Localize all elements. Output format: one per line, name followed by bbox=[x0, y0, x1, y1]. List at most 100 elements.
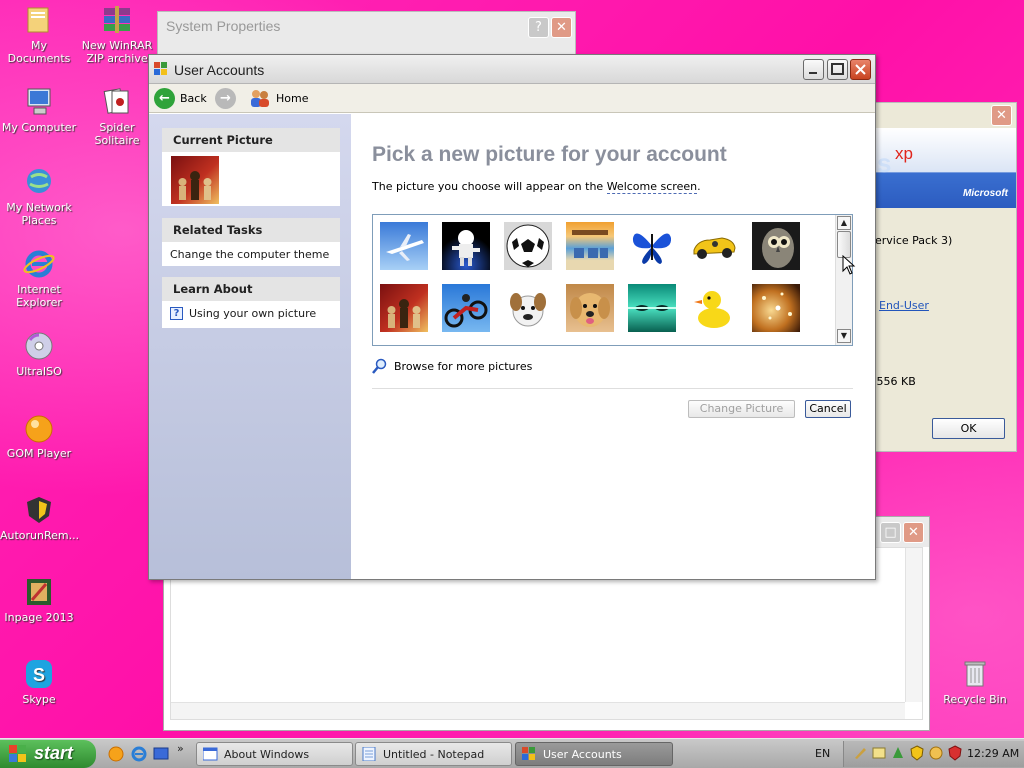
desktop-icon-my-computer[interactable]: My Computer bbox=[0, 86, 78, 134]
picture-list[interactable]: ▲ ▼ bbox=[372, 214, 853, 346]
eula-link[interactable]: End-User bbox=[879, 299, 929, 312]
close-button[interactable]: ✕ bbox=[903, 522, 924, 543]
desktop-icon-my-network-places[interactable]: My Network Places bbox=[0, 166, 78, 227]
notepad-vertical-scrollbar[interactable] bbox=[905, 548, 922, 702]
recycle-bin-icon bbox=[958, 658, 992, 690]
show-desktop-quicklaunch-icon[interactable] bbox=[152, 745, 170, 763]
learn-about-panel: Learn About ? Using your own picture bbox=[162, 277, 340, 328]
desktop-icon-skype[interactable]: S Skype bbox=[0, 658, 78, 706]
change-theme-link[interactable]: Change the computer theme bbox=[162, 242, 340, 267]
back-label: Back bbox=[180, 91, 207, 105]
computer-icon bbox=[22, 86, 56, 118]
close-button[interactable]: ✕ bbox=[551, 17, 572, 38]
related-tasks-panel: Related Tasks Change the computer theme bbox=[162, 218, 340, 266]
tray-icon-3[interactable] bbox=[890, 745, 906, 761]
desktop-icon-gom-player[interactable]: GOM Player bbox=[0, 412, 78, 460]
tray-icon-5[interactable] bbox=[928, 745, 944, 761]
picture-list-scrollbar[interactable]: ▲ ▼ bbox=[835, 215, 852, 345]
security-shield-icon[interactable] bbox=[909, 745, 925, 761]
picture-astronaut[interactable] bbox=[442, 222, 490, 270]
user-accounts-icon bbox=[522, 747, 537, 761]
maximize-button[interactable] bbox=[827, 59, 848, 80]
desktop-icon-ultraiso[interactable]: UltraISO bbox=[0, 330, 78, 378]
desktop-icon-label: My Computer bbox=[1, 121, 77, 134]
antivirus-icon[interactable] bbox=[947, 745, 963, 761]
system-properties-about-panel: ✕ s xp Microsoft ervice Pack 3) End-User… bbox=[872, 102, 1017, 452]
home-button[interactable]: Home bbox=[249, 87, 308, 109]
current-picture-image bbox=[171, 156, 219, 204]
desktop-icon-label: My Network Places bbox=[6, 201, 72, 227]
desktop-icon-my-documents[interactable]: My Documents bbox=[0, 4, 78, 65]
using-own-picture-link[interactable]: ? Using your own picture bbox=[162, 301, 340, 326]
picture-beach-chairs[interactable] bbox=[566, 222, 614, 270]
taskbar-button-notepad[interactable]: Untitled - Notepad bbox=[355, 742, 512, 766]
desktop-icon-label: Internet Explorer bbox=[16, 283, 62, 309]
gom-player-quicklaunch-icon[interactable] bbox=[107, 745, 125, 763]
owl-icon bbox=[762, 228, 794, 268]
taskbar-button-user-accounts[interactable]: User Accounts bbox=[515, 742, 673, 766]
divider bbox=[372, 388, 853, 389]
browse-more-pictures-link[interactable]: Browse for more pictures bbox=[372, 358, 532, 374]
picture-puppy[interactable] bbox=[566, 284, 614, 332]
picture-soccer-ball[interactable] bbox=[504, 222, 552, 270]
desktop-icon-label: GOM Player bbox=[6, 447, 72, 460]
system-properties-titlebar[interactable]: System Properties ? ✕ bbox=[158, 12, 575, 42]
help-button[interactable]: ? bbox=[528, 17, 549, 38]
using-own-picture-label: Using your own picture bbox=[189, 307, 317, 320]
maximize-button[interactable]: □ bbox=[880, 522, 901, 543]
picture-race-car[interactable] bbox=[690, 222, 738, 270]
home-label: Home bbox=[276, 91, 309, 105]
system-properties-title: System Properties bbox=[166, 18, 281, 34]
picture-owl[interactable] bbox=[752, 222, 800, 270]
taskbar-button-about-windows[interactable]: About Windows bbox=[196, 742, 353, 766]
scroll-down-button[interactable]: ▼ bbox=[837, 329, 851, 343]
picture-rubber-duck[interactable] bbox=[690, 284, 738, 332]
back-button[interactable]: ← Back bbox=[154, 87, 207, 109]
desktop-icon-spider-solitaire[interactable]: Spider Solitaire bbox=[78, 86, 156, 147]
scrollbar-thumb[interactable] bbox=[837, 231, 851, 258]
picture-dog[interactable] bbox=[504, 284, 552, 332]
chevron-right-icon[interactable]: » bbox=[177, 742, 184, 755]
minimize-button[interactable] bbox=[803, 59, 824, 80]
tray-icon-1[interactable] bbox=[852, 745, 868, 761]
forward-button[interactable]: → bbox=[215, 87, 236, 109]
internet-explorer-quicklaunch-icon[interactable] bbox=[130, 745, 148, 763]
folder-icon bbox=[22, 4, 56, 36]
close-button[interactable]: ✕ bbox=[991, 105, 1012, 126]
desktop-icon-internet-explorer[interactable]: Internet Explorer bbox=[0, 248, 78, 309]
tray-icon-2[interactable] bbox=[871, 745, 887, 761]
language-indicator[interactable]: EN bbox=[815, 747, 830, 760]
close-button[interactable] bbox=[850, 59, 871, 80]
cards-icon bbox=[100, 86, 134, 118]
welcome-screen-link[interactable]: Welcome screen bbox=[606, 180, 698, 194]
windows-logo-icon bbox=[9, 745, 27, 763]
task-pane: Current Picture Related Tasks Change the… bbox=[149, 114, 351, 579]
desktop-icon-inpage[interactable]: Inpage 2013 bbox=[0, 576, 78, 624]
start-button[interactable]: start bbox=[0, 740, 96, 768]
desktop-icon-winrar[interactable]: New WinRAR ZIP archive bbox=[78, 4, 156, 65]
picture-butterfly[interactable] bbox=[628, 222, 676, 270]
desktop-icon-autorunremover[interactable]: AutorunRem... bbox=[0, 494, 79, 542]
microsoft-brand: Microsoft bbox=[963, 188, 1008, 199]
clock[interactable]: 12:29 AM bbox=[967, 747, 1019, 760]
service-pack-text: ervice Pack 3) bbox=[875, 234, 953, 247]
skype-icon: S bbox=[22, 658, 56, 690]
cancel-button[interactable]: Cancel bbox=[805, 400, 851, 418]
task-label: Untitled - Notepad bbox=[383, 748, 485, 761]
picture-fish[interactable] bbox=[628, 284, 676, 332]
picture-dirt-bike[interactable] bbox=[442, 284, 490, 332]
change-picture-button[interactable]: Change Picture bbox=[688, 400, 795, 418]
disc-icon bbox=[22, 330, 56, 362]
picture-airplane[interactable] bbox=[380, 222, 428, 270]
user-accounts-titlebar[interactable]: User Accounts bbox=[149, 55, 875, 84]
inpage-icon bbox=[22, 576, 56, 608]
ok-button[interactable]: OK bbox=[932, 418, 1005, 439]
picture-sparkles[interactable] bbox=[752, 284, 800, 332]
user-accounts-window[interactable]: User Accounts ← Back → Home Current Pict… bbox=[148, 54, 876, 580]
content-area: Pick a new picture for your account The … bbox=[351, 114, 875, 579]
shield-icon bbox=[22, 494, 56, 526]
desktop-icon-recycle-bin[interactable]: Recycle Bin bbox=[936, 658, 1014, 706]
scroll-up-button[interactable]: ▲ bbox=[837, 216, 851, 230]
notepad-horizontal-scrollbar[interactable] bbox=[171, 702, 905, 719]
picture-chess[interactable] bbox=[380, 284, 428, 332]
